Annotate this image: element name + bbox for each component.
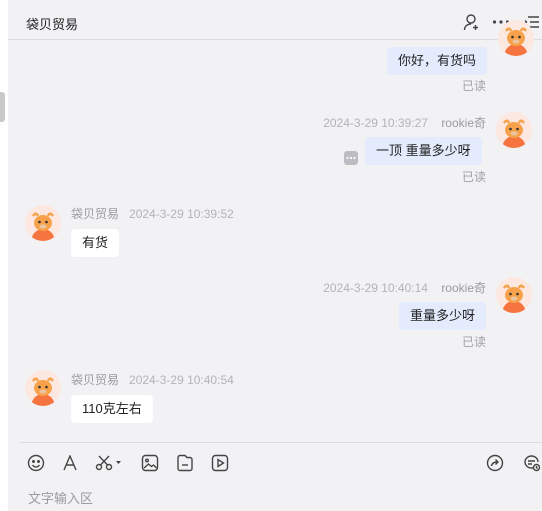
read-status: 已读: [461, 335, 486, 349]
image-icon[interactable]: [139, 452, 161, 474]
chat-title: 袋贝贸易: [26, 17, 79, 32]
read-status: 已读: [461, 79, 486, 93]
message-bubble[interactable]: 你好，有货吗: [387, 47, 488, 75]
message-bubble[interactable]: 有货: [71, 229, 120, 257]
emoji-icon[interactable]: [25, 452, 47, 474]
message-meta: 袋贝贸易 2024-3-29 10:39:52: [71, 205, 234, 222]
sender-name: rookie奇: [441, 281, 486, 295]
input-toolbar: [8, 450, 542, 476]
message-meta: 袋贝贸易 2024-3-29 10:40:54: [71, 371, 234, 388]
message-bubble[interactable]: 110克左右: [71, 395, 153, 423]
contact-avatar[interactable]: [25, 205, 61, 241]
contact-avatar[interactable]: [25, 370, 61, 406]
read-status: 已读: [461, 170, 486, 184]
message-meta: 2024-3-29 10:40:14 rookie奇: [298, 279, 486, 296]
input-divider: [20, 442, 542, 443]
scissors-icon[interactable]: [93, 452, 125, 474]
my-avatar[interactable]: [496, 112, 532, 148]
sender-name: rookie奇: [441, 116, 486, 130]
user-add-icon[interactable]: [462, 12, 482, 32]
message-bubble[interactable]: 一顶 重量多少呀: [365, 137, 482, 165]
message-time: 2024-3-29 10:39:27: [323, 116, 428, 130]
file-icon[interactable]: [174, 452, 196, 474]
message-list: 你好，有货吗 已读 2024-3-29 10:39:27 rookie奇 一顶 …: [8, 20, 542, 440]
video-icon[interactable]: [209, 452, 231, 474]
message-more-icon[interactable]: [344, 151, 358, 165]
my-avatar[interactable]: [498, 20, 534, 56]
chat-header: 袋贝贸易: [8, 0, 542, 40]
message-time: 2024-3-29 10:39:52: [129, 207, 234, 221]
message-time: 2024-3-29 10:40:54: [129, 373, 234, 387]
left-strip: [0, 0, 8, 511]
sender-name: 袋贝贸易: [71, 207, 120, 221]
message-input[interactable]: 文字输入区: [28, 488, 93, 507]
chat-history-icon[interactable]: [521, 452, 542, 474]
message-time: 2024-3-29 10:40:14: [323, 281, 428, 295]
sender-name: 袋贝贸易: [71, 373, 120, 387]
message-bubble[interactable]: 重量多少呀: [399, 302, 487, 330]
scrollbar-thumb[interactable]: [0, 92, 5, 122]
my-avatar[interactable]: [496, 277, 532, 313]
share-icon[interactable]: [484, 452, 506, 474]
message-meta: 2024-3-29 10:39:27 rookie奇: [298, 114, 486, 131]
font-icon[interactable]: [59, 452, 81, 474]
